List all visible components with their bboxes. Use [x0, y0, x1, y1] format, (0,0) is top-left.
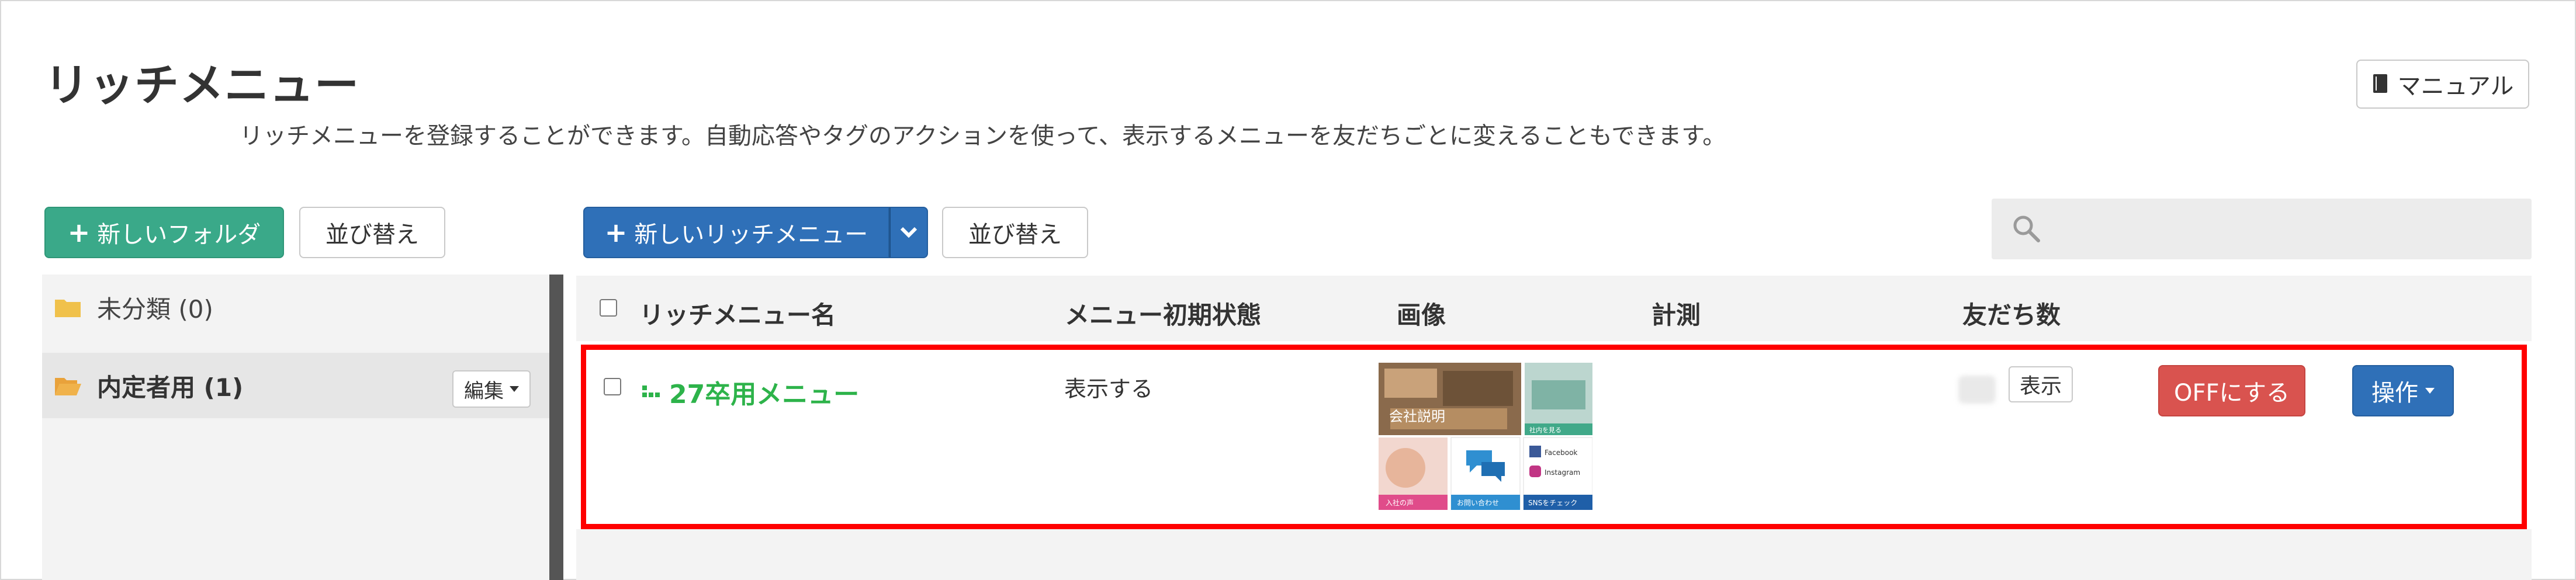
richmenu-sort-button[interactable]: 並び替え	[942, 207, 1088, 258]
table-row: 27卒用メニュー 表示する 会社説明 社内を見る 入社の声 お問い合わせ Fac…	[581, 345, 2527, 529]
folder-icon	[55, 300, 81, 317]
operate-label: 操作	[2371, 380, 2418, 407]
folder-item-uncategorized[interactable]: 未分類 (0)	[42, 275, 550, 340]
turn-off-button[interactable]: OFFにする	[2158, 365, 2305, 416]
folder-sidebar: 未分類 (0) 内定者用 (1) 編集	[42, 275, 550, 580]
folder-sort-label: 並び替え	[326, 221, 419, 248]
show-friends-button[interactable]: 表示	[2009, 366, 2073, 402]
thumb-caption-b: 社内を見る	[1529, 426, 1561, 434]
folder-item-naiteisha[interactable]: 内定者用 (1) 編集	[42, 353, 550, 418]
manual-button-label: マニュアル	[2397, 73, 2514, 100]
operate-dropdown-button[interactable]: 操作	[2352, 365, 2454, 416]
new-richmenu-label: 新しいリッチメニュー	[634, 221, 868, 248]
thumb-caption-c: 入社の声	[1386, 498, 1414, 507]
header-friends: 友だち数	[1962, 301, 2061, 329]
new-folder-button[interactable]: + 新しいフォルダ	[44, 207, 284, 258]
page-title: リッチメニュー	[44, 59, 359, 111]
grid-icon	[642, 385, 660, 397]
richmenu-sort-label: 並び替え	[968, 221, 1062, 248]
manual-button[interactable]: マニュアル	[2356, 60, 2529, 109]
friends-count-blurred	[1958, 376, 1996, 404]
thumb-caption-a: 会社説明	[1389, 408, 1445, 425]
header-measure: 計測	[1651, 301, 1701, 329]
page-description: リッチメニューを登録することができます。自動応答やタグのアクションを使って、表示…	[240, 123, 1726, 150]
thumb-caption-d: お問い合わせ	[1457, 498, 1499, 507]
folder-edit-button[interactable]: 編集	[452, 370, 531, 408]
folder-open-icon	[55, 378, 81, 395]
plus-icon: +	[67, 217, 91, 248]
folder-item-label: 未分類 (0)	[97, 294, 213, 324]
folder-sort-button[interactable]: 並び替え	[299, 207, 445, 258]
richmenu-thumbnail[interactable]: 会社説明 社内を見る 入社の声 お問い合わせ Facebook Instagra…	[1379, 363, 1592, 510]
thumb-social-ig: Instagram	[1545, 468, 1580, 477]
search-input[interactable]	[1992, 199, 2532, 259]
header-image: 画像	[1397, 301, 1446, 329]
turn-off-label: OFFにする	[2174, 380, 2290, 407]
chevron-down-icon	[900, 227, 917, 238]
plus-icon: +	[604, 217, 628, 248]
search-icon	[2013, 216, 2040, 242]
new-richmenu-dropdown[interactable]	[889, 207, 928, 258]
panel-divider[interactable]	[549, 275, 563, 580]
book-icon	[2373, 74, 2387, 93]
new-richmenu-button[interactable]: + 新しいリッチメニュー	[583, 207, 889, 258]
row-checkbox[interactable]	[604, 378, 621, 395]
table-empty-area	[576, 529, 2532, 580]
richmenu-name: 27卒用メニュー	[669, 380, 860, 409]
header-initial-state: メニュー初期状態	[1065, 301, 1262, 329]
thumb-social-fb: Facebook	[1545, 449, 1577, 457]
show-friends-label: 表示	[2019, 374, 2062, 398]
folder-item-label: 内定者用 (1)	[97, 373, 244, 402]
table-header: リッチメニュー名 メニュー初期状態 画像 計測 友だち数	[576, 276, 2532, 341]
richmenu-name-link[interactable]: 27卒用メニュー	[642, 373, 859, 411]
caret-down-icon	[510, 386, 519, 392]
caret-down-icon	[2425, 388, 2435, 394]
folder-edit-label: 編集	[464, 379, 504, 403]
select-all-checkbox[interactable]	[600, 299, 617, 317]
thumb-social-cta: SNSをチェック	[1528, 499, 1577, 507]
header-name: リッチメニュー名	[639, 301, 836, 329]
initial-state-value: 表示する	[1064, 376, 1154, 402]
new-folder-label: 新しいフォルダ	[97, 221, 261, 248]
